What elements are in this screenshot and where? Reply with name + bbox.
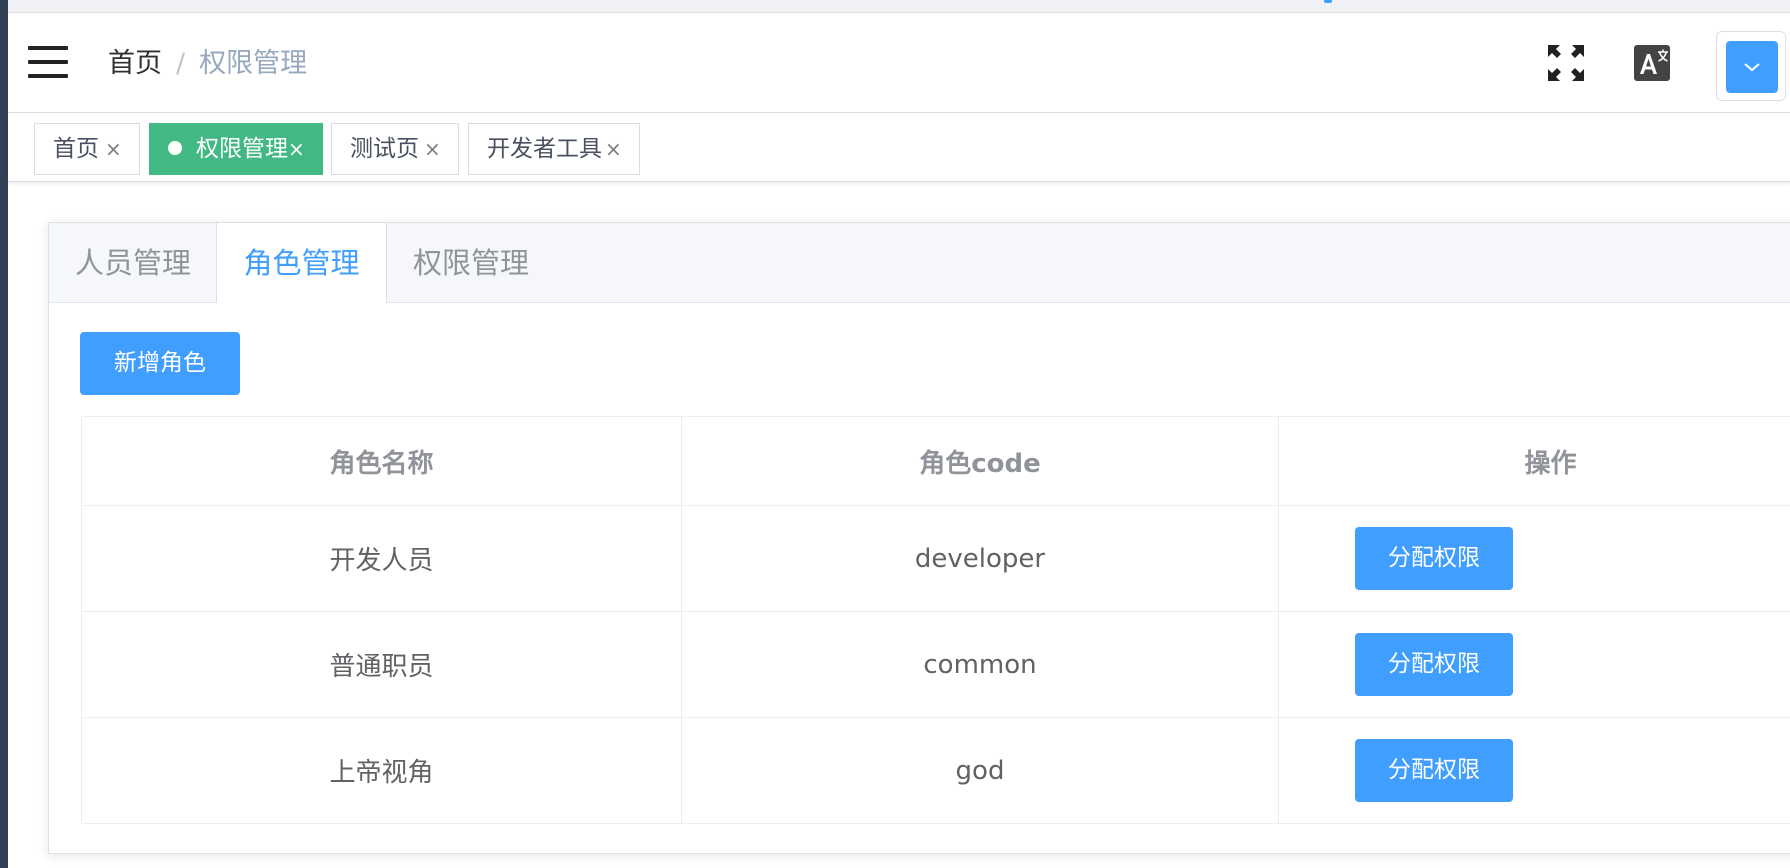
role-name-cell: 上帝视角 — [82, 718, 682, 823]
permission-card: 人员管理 角色管理 权限管理 新增角色 角色名称 角色code 操作 开发人员 … — [48, 222, 1790, 854]
close-icon[interactable]: × — [605, 124, 622, 174]
table-header-row: 角色名称 角色code 操作 — [82, 417, 1790, 506]
tab-role-management[interactable]: 角色管理 — [216, 223, 387, 303]
tag-label: 测试页 — [350, 136, 419, 162]
assign-permission-button[interactable]: 分配权限 — [1355, 633, 1513, 696]
column-header-role-name: 角色名称 — [82, 417, 682, 505]
tag-test-page[interactable]: 测试页 × — [331, 123, 459, 175]
role-table: 角色名称 角色code 操作 开发人员 developer 分配权限 普通职员 … — [81, 416, 1790, 824]
column-header-actions: 操作 — [1524, 448, 1577, 479]
breadcrumb-home[interactable]: 首页 — [108, 48, 162, 79]
assign-permission-button[interactable]: 分配权限 — [1355, 527, 1513, 590]
breadcrumb-separator: / — [176, 48, 186, 79]
role-code-cell: common — [682, 612, 1279, 717]
tag-label: 开发者工具 — [487, 136, 602, 162]
tab-permission-management[interactable]: 权限管理 — [387, 223, 555, 303]
tab-personnel-management[interactable]: 人员管理 — [49, 223, 217, 303]
tag-permission-management[interactable]: 权限管理 × — [149, 123, 323, 175]
column-header-role-code: 角色code — [682, 417, 1279, 505]
role-name-cell: 普通职员 — [82, 612, 682, 717]
hamburger-icon[interactable] — [28, 46, 68, 78]
tabs-header: 人员管理 角色管理 权限管理 — [49, 223, 1790, 303]
close-icon[interactable]: × — [105, 124, 122, 174]
close-icon[interactable]: × — [288, 124, 305, 174]
tag-home[interactable]: 首页 × — [34, 123, 140, 175]
user-dropdown[interactable] — [1716, 31, 1786, 101]
blue-mark — [1324, 0, 1332, 3]
translate-icon[interactable] — [1632, 43, 1672, 83]
window-top-strip — [8, 0, 1790, 13]
navbar: 首页 / 权限管理 — [8, 13, 1790, 113]
fullscreen-icon[interactable] — [1546, 43, 1586, 83]
table-row: 普通职员 common 分配权限 — [82, 612, 1790, 718]
table-row: 开发人员 developer 分配权限 — [82, 506, 1790, 612]
tag-label: 权限管理 — [196, 136, 288, 162]
chevron-down-icon — [1744, 63, 1760, 72]
assign-permission-button[interactable]: 分配权限 — [1355, 739, 1513, 802]
table-row: 上帝视角 god 分配权限 — [82, 718, 1790, 824]
active-dot-icon — [168, 141, 182, 155]
role-code-cell: god — [682, 718, 1279, 823]
breadcrumb: 首页 / 权限管理 — [108, 47, 307, 81]
role-code-cell: developer — [682, 506, 1279, 611]
tag-label: 首页 — [53, 136, 99, 162]
breadcrumb-current: 权限管理 — [199, 48, 308, 79]
tags-view: 首页 × 权限管理 × 测试页 × 开发者工具 × — [8, 114, 1790, 182]
close-icon[interactable]: × — [424, 124, 441, 174]
user-dropdown-button[interactable] — [1726, 41, 1778, 93]
tag-developer-tools[interactable]: 开发者工具 × — [468, 123, 640, 175]
sidebar-edge — [0, 0, 8, 868]
add-role-button[interactable]: 新增角色 — [80, 332, 240, 395]
role-name-cell: 开发人员 — [82, 506, 682, 611]
